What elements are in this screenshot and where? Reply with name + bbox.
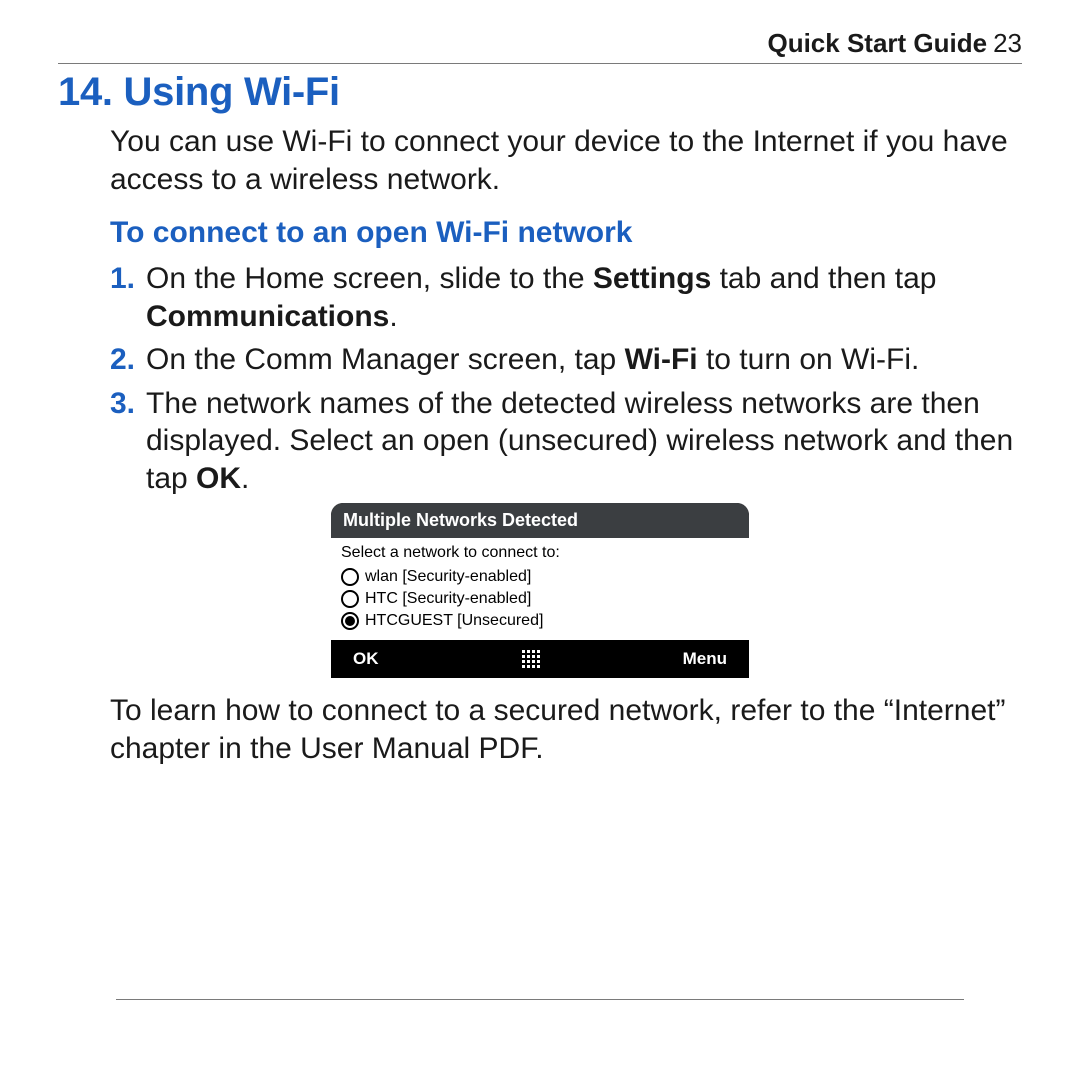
- phone-screenshot: Multiple Networks Detected Select a netw…: [58, 503, 1022, 678]
- section-title: 14. Using Wi-Fi: [58, 70, 1022, 115]
- dialog-prompt: Select a network to connect to:: [341, 544, 739, 562]
- section-heading: Using Wi-Fi: [124, 70, 340, 114]
- bold-ok: OK: [196, 462, 241, 495]
- ok-button[interactable]: OK: [353, 649, 379, 669]
- radio-unselected-icon: [341, 568, 359, 586]
- dialog-title: Multiple Networks Detected: [331, 503, 749, 538]
- subheading-connect-open: To connect to an open Wi-Fi network: [110, 216, 1022, 250]
- bold-communications: Communications: [146, 300, 389, 333]
- footer-rule: [116, 999, 964, 1000]
- intro-paragraph: You can use Wi-Fi to connect your device…: [110, 123, 1022, 198]
- step-number: 1.: [110, 260, 146, 335]
- step-number: 2.: [110, 341, 146, 379]
- keypad-icon[interactable]: [520, 648, 542, 670]
- dialog-body: Select a network to connect to: wlan [Se…: [331, 538, 749, 640]
- network-label: HTCGUEST [Unsecured]: [365, 612, 543, 630]
- header-page-number: 23: [993, 28, 1022, 59]
- bold-settings: Settings: [593, 262, 711, 295]
- step-2: 2. On the Comm Manager screen, tap Wi-Fi…: [110, 341, 1022, 379]
- radio-selected-icon: [341, 612, 359, 630]
- step-body: The network names of the detected wirele…: [146, 385, 1022, 498]
- closing-paragraph: To learn how to connect to a secured net…: [110, 692, 1022, 767]
- steps-list: 1. On the Home screen, slide to the Sett…: [110, 260, 1022, 497]
- network-label: HTC [Security-enabled]: [365, 590, 531, 608]
- section-number: 14.: [58, 70, 113, 114]
- radio-unselected-icon: [341, 590, 359, 608]
- network-option-htcguest[interactable]: HTCGUEST [Unsecured]: [341, 610, 739, 632]
- network-option-wlan[interactable]: wlan [Security-enabled]: [341, 566, 739, 588]
- step-body: On the Home screen, slide to the Setting…: [146, 260, 1022, 335]
- step-3: 3. The network names of the detected wir…: [110, 385, 1022, 498]
- dialog-softkeys: OK Menu: [331, 640, 749, 678]
- network-label: wlan [Security-enabled]: [365, 568, 531, 586]
- page-header: Quick Start Guide 23: [58, 28, 1022, 64]
- step-1: 1. On the Home screen, slide to the Sett…: [110, 260, 1022, 335]
- header-label: Quick Start Guide: [767, 28, 987, 59]
- phone-frame: Multiple Networks Detected Select a netw…: [331, 503, 749, 678]
- step-body: On the Comm Manager screen, tap Wi-Fi to…: [146, 341, 1022, 379]
- step-number: 3.: [110, 385, 146, 498]
- menu-button[interactable]: Menu: [683, 649, 727, 669]
- network-option-htc[interactable]: HTC [Security-enabled]: [341, 588, 739, 610]
- bold-wifi: Wi-Fi: [625, 343, 698, 376]
